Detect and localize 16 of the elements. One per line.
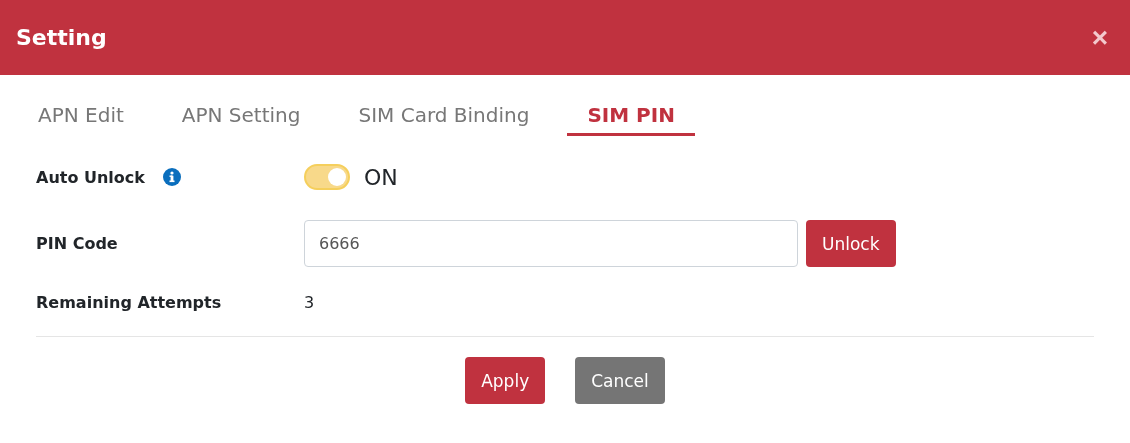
tab[interactable]: APN Edit — [36, 97, 144, 136]
pin-field[interactable]: 6666 — [304, 220, 798, 267]
tab[interactable]: APN Setting — [161, 97, 321, 136]
close-button[interactable]: × — [1085, 23, 1114, 52]
tab[interactable]: SIM Card Binding — [338, 97, 550, 136]
unlock-button[interactable]: Unlock — [806, 220, 896, 267]
attempts-value: 3 — [304, 293, 315, 312]
toggle-switch[interactable] — [304, 164, 350, 190]
field-label: Auto Unlock — [36, 167, 145, 187]
cancel-button[interactable]: Cancel — [575, 357, 665, 404]
apply-button[interactable]: Apply — [465, 357, 546, 404]
toggle-state: ON — [364, 164, 398, 190]
field-label: PIN Code — [36, 234, 118, 253]
tab[interactable]: SIM PIN — [567, 97, 695, 136]
field-label: Remaining Attempts — [36, 293, 222, 312]
window-title: Setting — [16, 25, 107, 50]
